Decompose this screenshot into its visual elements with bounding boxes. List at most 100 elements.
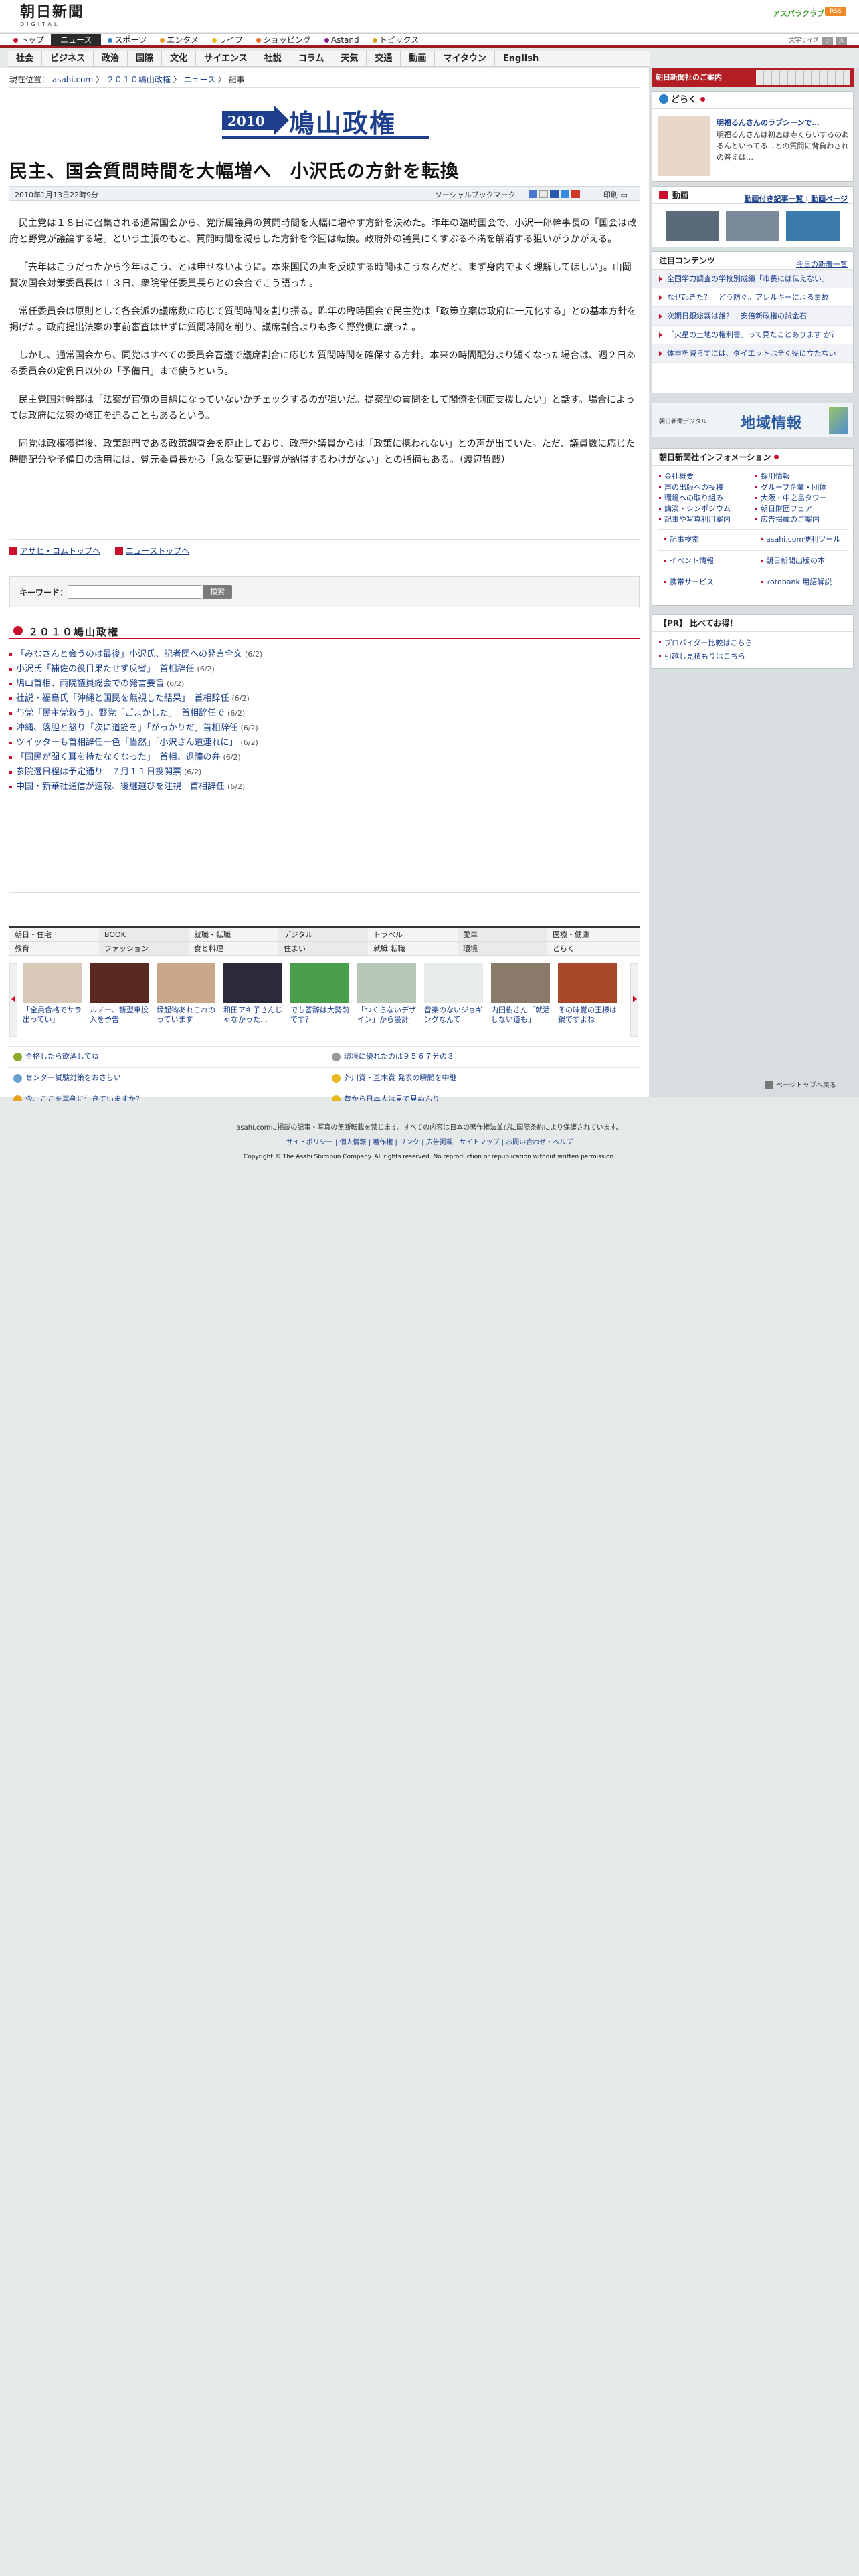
nav-top[interactable]: トップ <box>7 34 51 46</box>
info-link[interactable]: 会社概要 <box>659 471 694 482</box>
bookmark-icon[interactable] <box>539 190 548 198</box>
video-articles-link[interactable]: 動画付き記事一覧 <box>745 195 803 203</box>
info-link[interactable]: 携帯サービス <box>664 577 714 588</box>
info-link[interactable]: 広告掲載のご案内 <box>755 514 820 525</box>
subnav-item[interactable]: English <box>495 51 548 67</box>
category-link[interactable]: 就職 転職 <box>368 942 458 955</box>
category-link[interactable]: 教育 <box>9 942 99 955</box>
list-item[interactable]: 社説・福島氏「沖縄と国民を無視した結果」 首相辞任 (6/2) <box>9 691 640 706</box>
regional-info-banner[interactable]: 朝日新聞デジタル 地域情報 <box>652 403 854 437</box>
category-link[interactable]: 住まい <box>278 942 368 955</box>
carousel-item[interactable]: 「つくらないデザイン」から設計 <box>357 963 416 1025</box>
info-link[interactable]: 大阪・中之島タワー <box>755 493 827 504</box>
video-thumbnail[interactable] <box>726 211 779 241</box>
list-item[interactable]: ツイッターも首相辞任一色「当然」「小沢さん道連れに」 (6/2) <box>9 736 640 750</box>
category-link[interactable]: トラベル <box>368 928 458 941</box>
breadcrumb-news[interactable]: ニュース <box>184 75 215 84</box>
carousel-item[interactable]: 「全員合格でサラ出ってい」 <box>23 963 82 1025</box>
info-link[interactable]: イベント情報 <box>664 556 714 566</box>
search-input[interactable] <box>68 585 201 599</box>
info-link[interactable]: 朝日財団フェア <box>755 504 812 514</box>
carousel-item[interactable]: 音楽のないジョギングなんて <box>424 963 483 1025</box>
text-size-small-button[interactable]: 小 <box>822 37 834 45</box>
category-link[interactable]: 食と料理 <box>189 942 278 955</box>
carousel-item[interactable]: 和田アキ子さんじゃなかった… <box>223 963 282 1025</box>
subnav-item[interactable]: 文化 <box>162 51 197 67</box>
promo-link[interactable]: 合格したら飲酒してね <box>9 1047 99 1066</box>
nav-sports[interactable]: スポーツ <box>101 34 153 46</box>
info-link[interactable]: 朝日新聞出版の本 <box>761 556 825 566</box>
bookmark-icon[interactable] <box>550 190 559 198</box>
nav-topics[interactable]: トピックス <box>366 34 426 46</box>
info-link[interactable]: 環境への取り組み <box>659 493 723 504</box>
newspaper-guide-banner[interactable]: 朝日新聞社のご案内 <box>652 68 854 87</box>
category-link[interactable]: 愛車 <box>458 928 547 941</box>
carousel-item[interactable]: 縁起物あれこれのっています <box>157 963 215 1025</box>
nav-shopping[interactable]: ショッピング <box>250 34 318 46</box>
subnav-item[interactable]: マイタウン <box>435 51 495 67</box>
info-link[interactable]: 声の出版への投稿 <box>659 482 723 493</box>
category-link[interactable]: 就職・転職 <box>189 928 278 941</box>
list-item[interactable]: 全国学力調査の学校別成績「市長には伝えない」 <box>652 270 853 288</box>
doraku-header[interactable]: どらく <box>652 92 853 109</box>
category-link[interactable]: 環境 <box>458 942 547 955</box>
subnav-item[interactable]: 社会 <box>8 51 43 67</box>
info-link[interactable]: 講演・シンポジウム <box>659 504 731 514</box>
site-logo[interactable]: 朝日新聞 DIGITAL <box>20 4 87 27</box>
nav-life[interactable]: ライフ <box>205 34 250 46</box>
print-button[interactable]: 印刷 ▭ <box>603 189 628 200</box>
search-button[interactable]: 検索 <box>203 585 232 599</box>
info-link[interactable]: グループ企業・団体 <box>755 482 826 493</box>
category-link[interactable]: 朝日・住宅 <box>9 928 99 941</box>
related-title[interactable]: ２０１０鳩山政権 <box>28 625 119 639</box>
carousel-item[interactable]: 冬の味覚の王様は鍋ですよね <box>558 963 617 1025</box>
list-item[interactable]: 体重を減らすには、ダイエットは全く役に立たない <box>652 344 853 363</box>
list-item[interactable]: 「国民が聞く耳を持たなくなった」 首相、退陣の弁 (6/2) <box>9 750 640 765</box>
text-size-large-button[interactable]: 大 <box>836 37 847 45</box>
carousel-next-button[interactable] <box>630 963 638 1037</box>
doraku-headline[interactable]: 明福るんさんのラブシーンで… <box>717 117 849 128</box>
carousel-item[interactable]: ルノー、新型車投入を予告 <box>90 963 149 1025</box>
bookmark-icon[interactable] <box>571 190 580 198</box>
carousel-item[interactable]: でも答辞は大勢前です？ <box>290 963 349 1025</box>
list-item[interactable]: 鳩山首相、両院議員総会での発言要旨 (6/2) <box>9 677 640 691</box>
nav-entame[interactable]: エンタメ <box>153 34 205 46</box>
subnav-item[interactable]: サイエンス <box>196 51 256 67</box>
info-link[interactable]: 記事や写真利用案内 <box>659 514 731 525</box>
subnav-item[interactable]: コラム <box>290 51 333 67</box>
bookmark-icon[interactable] <box>529 190 537 198</box>
info-link[interactable]: asahi.com便利ツール <box>761 534 840 545</box>
promo-link[interactable]: 芥川賞・直木賞 発表の瞬間を中継 <box>328 1069 457 1087</box>
list-item[interactable]: 中国・新華社通信が速報、後継選びを注視 首相辞任 (6/2) <box>9 780 640 794</box>
asparaclub-link[interactable]: アスパラクラブ <box>773 8 824 19</box>
list-item[interactable]: 「みなさんと会うのは最後」小沢氏、記者団への発言全文 (6/2) <box>9 647 640 662</box>
category-link[interactable]: ファッション <box>99 942 189 955</box>
list-item[interactable]: 次期日銀総裁は誰？ 安倍新政権の試金石 <box>652 307 853 326</box>
info-link[interactable]: 採用情報 <box>755 471 790 482</box>
page-top-link[interactable]: ページトップへ戻る <box>765 1079 836 1089</box>
pr-link[interactable]: プロバイダー比較はこちら <box>659 637 753 648</box>
category-link[interactable]: 医療・健康 <box>547 928 637 941</box>
category-link[interactable]: どらく <box>547 942 637 955</box>
video-thumbnail[interactable] <box>786 211 840 241</box>
asahi-top-link[interactable]: アサヒ・コムトップへ <box>20 546 100 556</box>
category-link[interactable]: デジタル <box>278 928 368 941</box>
list-item[interactable]: 沖縄、落胆と怒り「次に道筋を」「がっかりだ」首相辞任 (6/2) <box>9 721 640 736</box>
breadcrumb-home[interactable]: asahi.com <box>52 75 93 84</box>
promo-link[interactable]: センター試験対策をおさらい <box>9 1069 121 1087</box>
pr-link[interactable]: 引越し見積もりはこちら <box>659 651 745 661</box>
video-thumbnail[interactable] <box>666 211 719 241</box>
subnav-item[interactable]: 交通 <box>367 51 401 67</box>
subnav-item[interactable]: 動画 <box>401 51 436 67</box>
info-link[interactable]: 記事検索 <box>664 534 699 545</box>
person-photo[interactable] <box>658 116 710 176</box>
subnav-item[interactable]: ビジネス <box>42 51 94 67</box>
list-item[interactable]: 「火星の土地の権利書」って見たことあります か？ <box>652 326 853 344</box>
category-link[interactable]: BOOK <box>99 928 189 941</box>
list-item[interactable]: 小沢氏「補佐の役目果たせず反省」 首相辞任 (6/2) <box>9 662 640 677</box>
nav-astand[interactable]: Astand <box>318 34 366 46</box>
bookmark-icon[interactable] <box>561 190 569 198</box>
video-page-link[interactable]: 動画ページ <box>811 195 848 203</box>
info-link[interactable]: kotobank 用語解説 <box>761 577 832 588</box>
list-item[interactable]: 与党「民主党救う」、野党「ごまかした」 首相辞任で (6/2) <box>9 706 640 721</box>
